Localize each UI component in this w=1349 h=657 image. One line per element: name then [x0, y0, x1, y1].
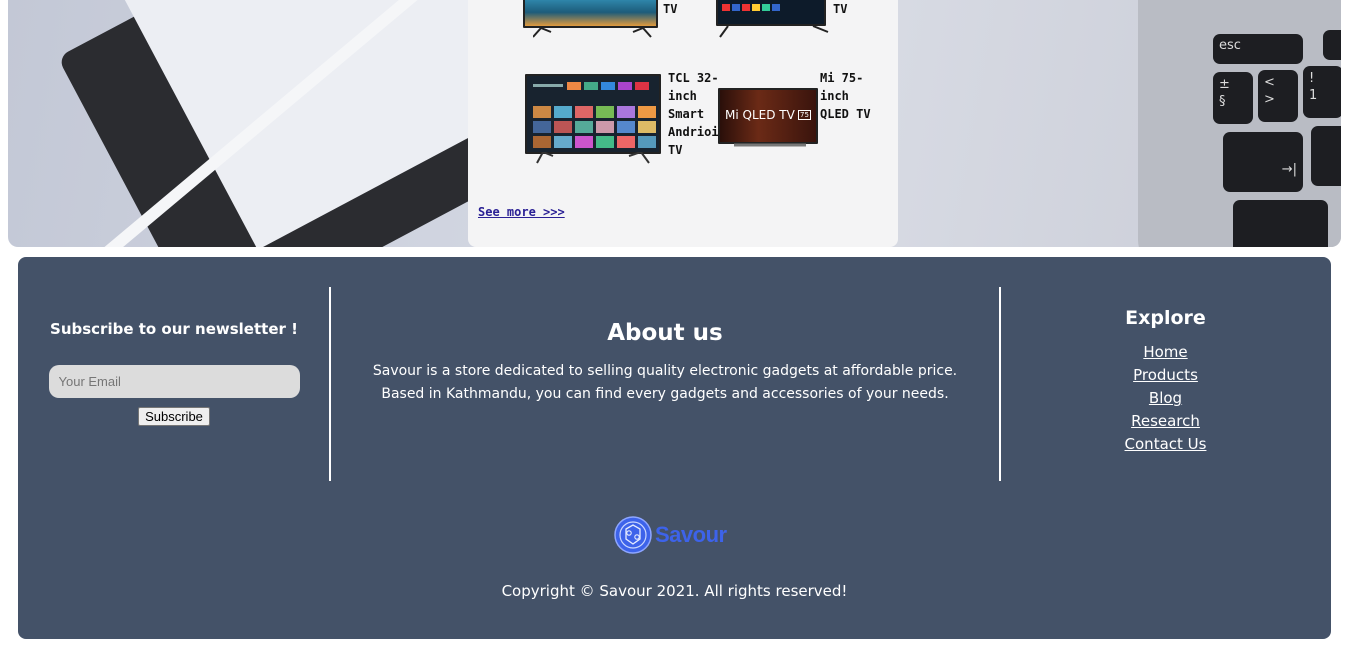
- explore-link-home[interactable]: Home: [1143, 343, 1187, 361]
- about-line-2: Based in Kathmandu, you can find every g…: [381, 386, 949, 402]
- subscribe-button[interactable]: Subscribe: [138, 407, 210, 426]
- explore-links: Home Products Blog Research Contact Us: [1000, 341, 1331, 456]
- explore-link-contact[interactable]: Contact Us: [1125, 435, 1207, 453]
- about-line-1: Savour is a store dedicated to selling q…: [372, 363, 958, 379]
- explore-link-research[interactable]: Research: [1131, 412, 1200, 430]
- product-name-2[interactable]: TV: [833, 0, 847, 18]
- product-name-4[interactable]: Mi 75-inch QLED TV: [820, 69, 880, 123]
- product-image-2[interactable]: [716, 0, 826, 26]
- key-angle: < >: [1258, 70, 1298, 122]
- key-plusminus: ± §: [1213, 72, 1253, 124]
- explore-item-blog: Blog: [1000, 387, 1331, 410]
- footer: Subscribe to our newsletter ! Subscribe …: [18, 257, 1331, 639]
- product-image-3[interactable]: [525, 74, 661, 154]
- tv-stand-3: [536, 152, 650, 164]
- explore-item-home: Home: [1000, 341, 1331, 364]
- products-card: TV TV TCL 32-inch Smart Andrioid TV Mi Q…: [468, 0, 898, 247]
- about-title: About us: [607, 320, 723, 346]
- laptop-keyboard-image: esc ± § < > ! 1 →|: [1213, 20, 1341, 247]
- key-q: [1311, 126, 1341, 186]
- explore-item-products: Products: [1000, 364, 1331, 387]
- newsletter-title: Subscribe to our newsletter !: [50, 320, 298, 338]
- product-screen-badge: 75: [798, 110, 811, 120]
- product-screen-text: Mi QLED TV: [725, 108, 795, 122]
- newsletter-section: Subscribe to our newsletter ! Subscribe: [18, 287, 330, 481]
- divider-left: [329, 287, 331, 481]
- key-blank: [1323, 30, 1341, 60]
- logo-text: Savour: [655, 522, 727, 547]
- explore-link-products[interactable]: Products: [1133, 366, 1198, 384]
- explore-title: Explore: [1125, 307, 1206, 329]
- email-input[interactable]: [48, 365, 300, 398]
- about-section: About us Savour is a store dedicated to …: [332, 287, 998, 406]
- key-esc: esc: [1213, 34, 1303, 64]
- key-one: ! 1: [1303, 66, 1341, 118]
- tv-stand-2: [719, 26, 829, 38]
- brand-logo[interactable]: Savour: [613, 515, 727, 555]
- product-image-4[interactable]: Mi QLED TV 75: [718, 88, 818, 144]
- product-name-1[interactable]: TV: [663, 0, 677, 18]
- tv-stand-4: [734, 143, 806, 147]
- copyright-text: Copyright © Savour 2021. All rights rese…: [501, 582, 848, 600]
- hero-banner: esc ± § < > ! 1 →| TV TV TCL 32-inch Sma…: [8, 0, 1341, 247]
- product-image-1[interactable]: [523, 0, 658, 28]
- tv-stand-1: [533, 28, 652, 38]
- explore-section: Explore Home Products Blog Research Cont…: [1000, 287, 1331, 456]
- key-caps: [1233, 200, 1328, 247]
- savour-logo-icon: [614, 516, 652, 554]
- about-text: Savour is a store dedicated to selling q…: [332, 360, 998, 406]
- explore-item-contact: Contact Us: [1000, 433, 1331, 456]
- see-more-link[interactable]: See more >>>: [478, 205, 565, 219]
- explore-link-blog[interactable]: Blog: [1149, 389, 1182, 407]
- explore-item-research: Research: [1000, 410, 1331, 433]
- key-tab: →|: [1223, 132, 1303, 192]
